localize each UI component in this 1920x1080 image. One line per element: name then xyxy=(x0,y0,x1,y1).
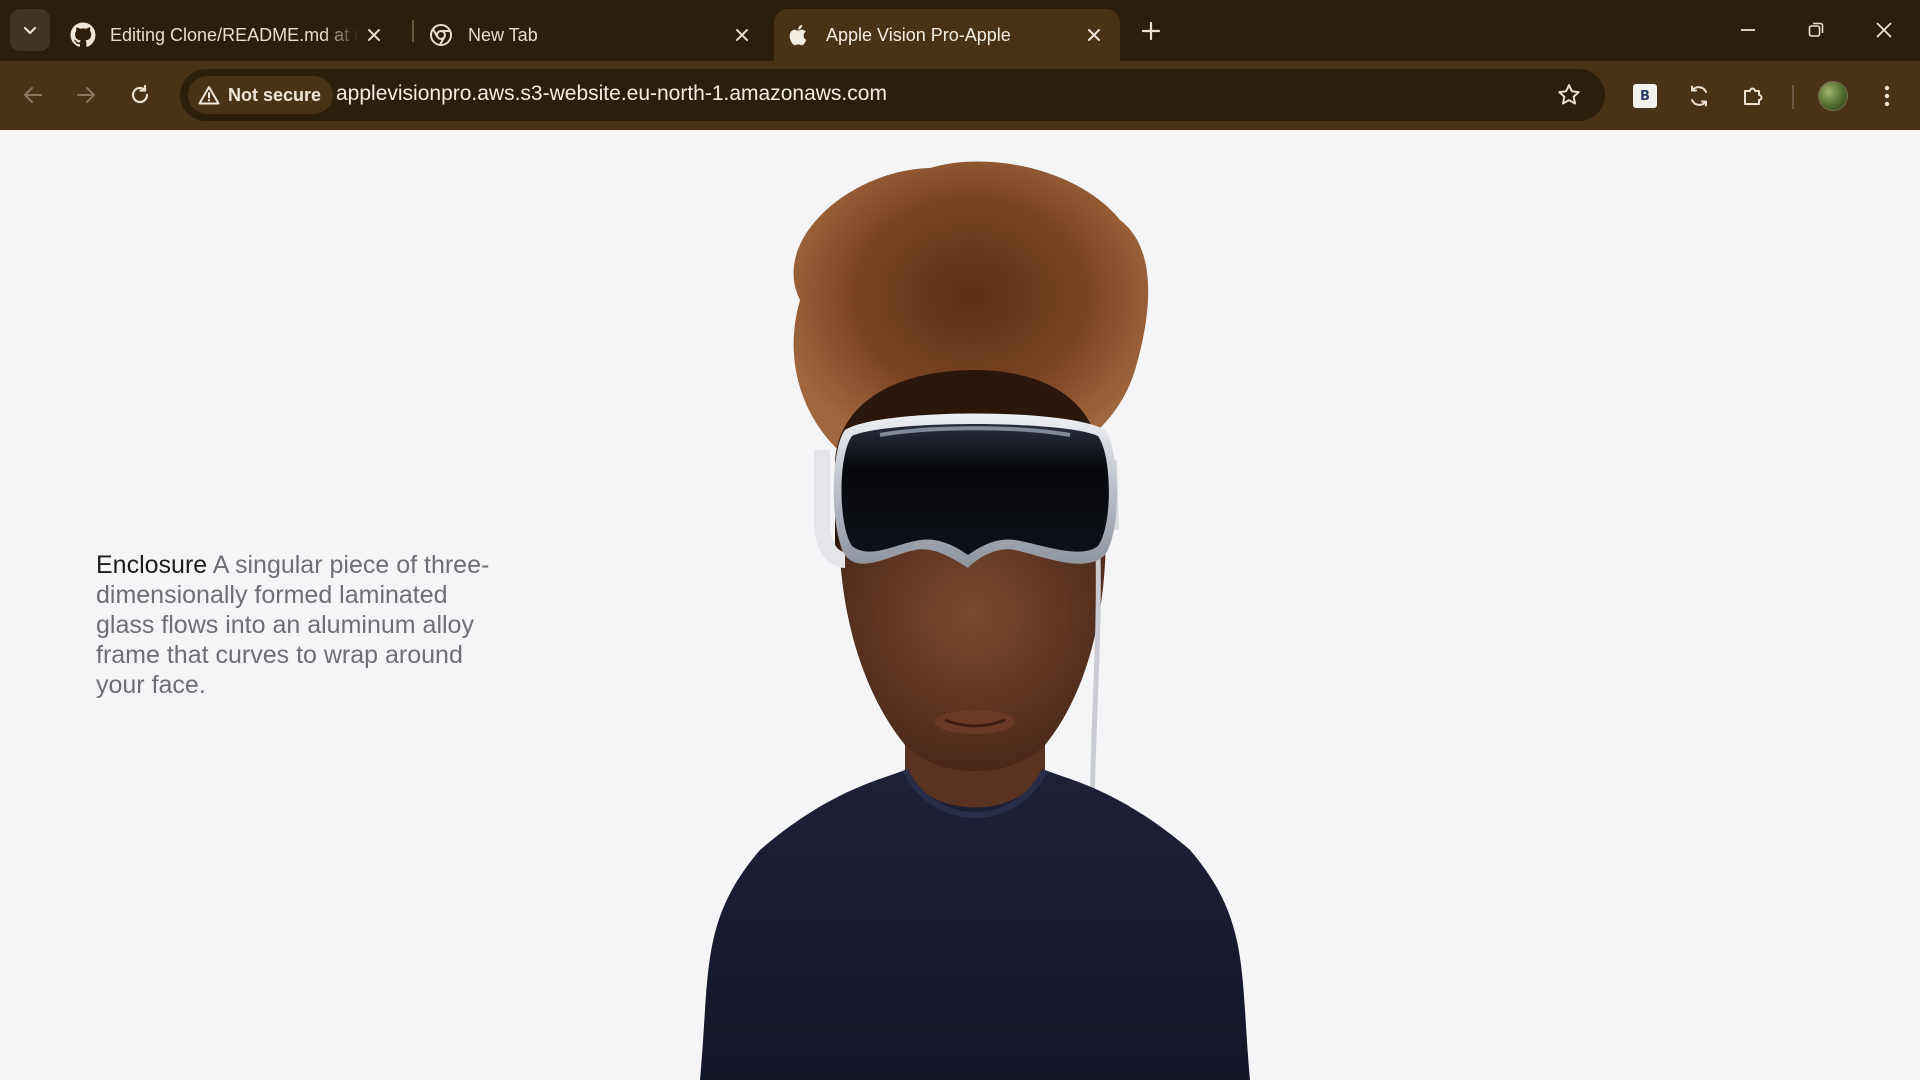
more-vertical-icon xyxy=(1884,85,1890,107)
tab-strip: Editing Clone/README.md at main New Tab … xyxy=(0,0,1920,61)
extensions-button[interactable] xyxy=(1733,76,1773,116)
web-page: Enclosure A singular piece of three-dime… xyxy=(0,130,1920,1080)
reload-icon xyxy=(131,84,149,104)
tab-title: Apple Vision Pro-Apple xyxy=(826,24,1011,45)
profile-button[interactable] xyxy=(1813,76,1853,116)
warning-icon xyxy=(198,85,220,105)
feature-caption: Enclosure A singular piece of three-dime… xyxy=(96,550,496,700)
chevron-down-icon xyxy=(23,26,37,35)
browser-window: Editing Clone/README.md at main New Tab … xyxy=(0,0,1920,1080)
reload-button[interactable] xyxy=(120,75,160,115)
arrow-right-icon xyxy=(77,87,95,103)
restore-button[interactable] xyxy=(1788,8,1844,52)
browser-menu-button[interactable] xyxy=(1867,76,1907,116)
tab-github-readme[interactable]: Editing Clone/README.md at main xyxy=(70,9,400,61)
minimize-icon xyxy=(1741,29,1755,31)
close-window-button[interactable] xyxy=(1856,8,1912,52)
close-tab-icon[interactable] xyxy=(1082,23,1106,47)
close-tab-icon[interactable] xyxy=(730,23,754,47)
avatar xyxy=(1818,81,1848,111)
back-button[interactable] xyxy=(13,75,53,115)
bookmark-star-icon[interactable] xyxy=(1555,81,1583,109)
sync-icon xyxy=(1691,85,1707,107)
security-chip[interactable]: Not secure xyxy=(188,76,334,114)
extension-b-icon: B xyxy=(1633,84,1657,108)
new-tab-button[interactable] xyxy=(1134,14,1168,48)
url-text[interactable]: applevisionpro.aws.s3-website.eu-north-1… xyxy=(336,82,887,106)
close-icon xyxy=(1876,22,1892,38)
security-label: Not secure xyxy=(228,84,322,105)
caption-lead: Enclosure xyxy=(96,551,208,579)
chrome-icon xyxy=(428,22,454,48)
browser-toolbar: Not secure applevisionpro.aws.s3-website… xyxy=(0,61,1920,130)
tab-new-tab[interactable]: New Tab xyxy=(428,9,768,61)
apple-icon xyxy=(786,22,812,48)
arrow-left-icon xyxy=(24,87,42,103)
forward-button[interactable] xyxy=(66,75,106,115)
toolbar-separator xyxy=(1792,85,1794,109)
tab-apple-vision-pro[interactable]: Apple Vision Pro-Apple xyxy=(774,9,1120,61)
minimize-button[interactable] xyxy=(1720,8,1776,52)
tab-title: Editing Clone/README.md at main xyxy=(110,24,360,45)
restore-icon xyxy=(1808,22,1824,37)
close-tab-icon[interactable] xyxy=(362,23,386,47)
github-icon xyxy=(70,22,96,48)
tab-divider xyxy=(412,20,414,42)
tab-search-button[interactable] xyxy=(10,9,50,51)
address-bar[interactable]: Not secure applevisionpro.aws.s3-website… xyxy=(180,69,1605,121)
puzzle-icon xyxy=(1744,87,1763,105)
plus-icon xyxy=(1141,21,1161,41)
extension-b-button[interactable]: B xyxy=(1625,76,1665,116)
tab-title: New Tab xyxy=(468,24,538,45)
extension-sync-button[interactable] xyxy=(1679,76,1719,116)
